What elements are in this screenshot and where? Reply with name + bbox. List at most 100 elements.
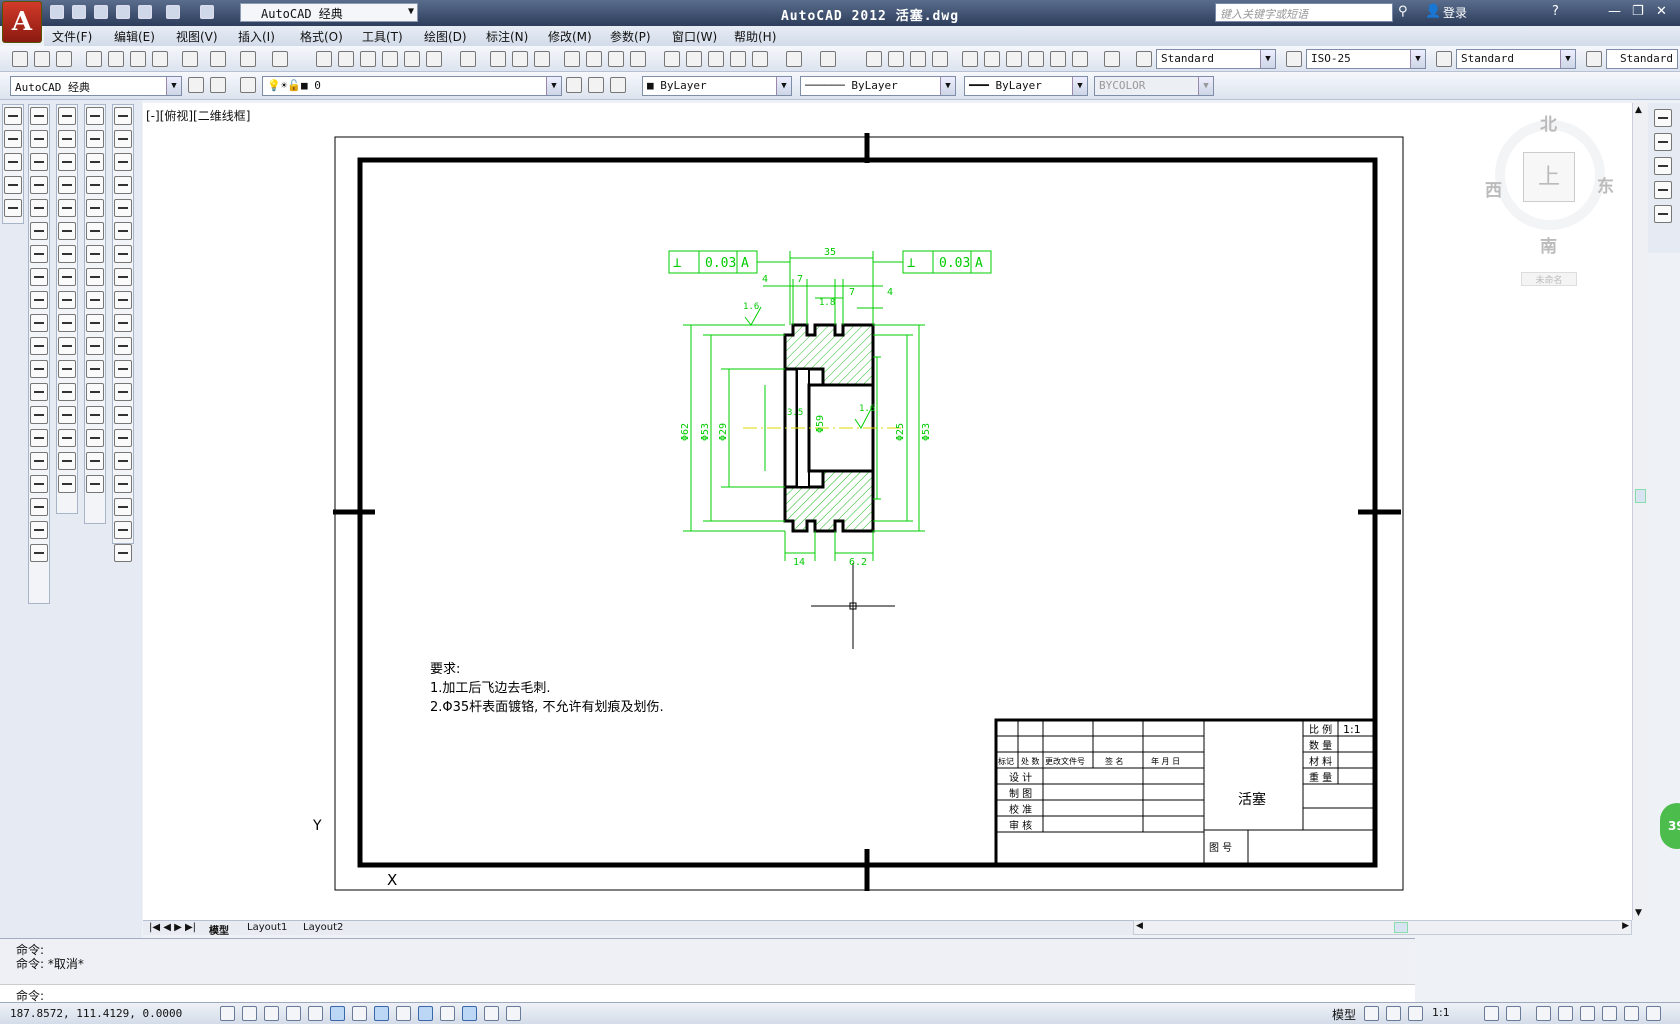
- insert-block-icon[interactable]: [114, 360, 132, 378]
- snap-mode-icon[interactable]: [242, 1006, 257, 1021]
- temp-track-icon[interactable]: [86, 107, 104, 125]
- text-style-combo[interactable]: Standard ▼: [1156, 49, 1276, 69]
- tool-icon[interactable]: [4, 153, 22, 171]
- dynamic-input-icon[interactable]: [418, 1006, 433, 1021]
- menu-insert[interactable]: 插入(I): [238, 28, 275, 45]
- workspace-combo-2[interactable]: AutoCAD 经典 ▼: [10, 76, 182, 96]
- viewcube-top-face[interactable]: 上: [1523, 152, 1575, 202]
- gradient-icon[interactable]: [114, 452, 132, 470]
- baseline-icon[interactable]: [30, 314, 48, 332]
- tab-model[interactable]: 模型: [209, 922, 229, 937]
- layer-combo[interactable]: 💡☀🔓■ 0 ▼: [262, 76, 562, 96]
- sheetset-manager-icon[interactable]: [1028, 51, 1044, 67]
- region-icon[interactable]: [114, 475, 132, 493]
- auto-scale-icon[interactable]: [1506, 1006, 1521, 1021]
- ortho-mode-icon[interactable]: [286, 1006, 301, 1021]
- workspace-switch-icon[interactable]: [1536, 1006, 1551, 1021]
- pan-icon[interactable]: [866, 51, 882, 67]
- menu-draw[interactable]: 绘图(D): [424, 28, 467, 45]
- quick-view-drawings-icon[interactable]: [1408, 1006, 1423, 1021]
- 3d-print-icon[interactable]: [152, 51, 168, 67]
- table-style-combo[interactable]: Standard ▼: [1456, 49, 1576, 69]
- 3d-osnap-icon[interactable]: [352, 1006, 367, 1021]
- scale-icon[interactable]: [58, 268, 76, 286]
- clean-screen-icon[interactable]: [1646, 1006, 1661, 1021]
- layer-state-icon[interactable]: [610, 77, 626, 93]
- tab-layout2[interactable]: Layout2: [303, 922, 343, 933]
- spline-icon[interactable]: [114, 291, 132, 309]
- command-input[interactable]: 命令:: [0, 984, 1415, 1003]
- tolerance-icon[interactable]: [30, 406, 48, 424]
- transparency-icon[interactable]: [462, 1006, 477, 1021]
- mirror-icon[interactable]: [58, 153, 76, 171]
- annotation-scale[interactable]: 1:1: [1432, 1006, 1450, 1019]
- toolpalettes-icon[interactable]: [360, 51, 376, 67]
- linear-dim-icon[interactable]: [30, 107, 48, 125]
- tool-icon[interactable]: [1654, 157, 1672, 175]
- publish-icon[interactable]: [608, 51, 624, 67]
- tangent-icon[interactable]: [86, 314, 104, 332]
- break-icon[interactable]: [30, 383, 48, 401]
- arc-icon[interactable]: [114, 222, 132, 240]
- annotation-visibility-icon[interactable]: [1484, 1006, 1499, 1021]
- copy-icon[interactable]: [686, 51, 702, 67]
- plot-icon[interactable]: [86, 51, 102, 67]
- workspace-icon[interactable]: [210, 77, 226, 93]
- calculator-icon[interactable]: [1072, 51, 1088, 67]
- new-icon[interactable]: [50, 5, 64, 19]
- isolate-icon[interactable]: [1602, 1006, 1617, 1021]
- color-combo[interactable]: ■ ByLayer ▼: [642, 76, 792, 96]
- menu-tools[interactable]: 工具(T): [362, 28, 403, 45]
- insert-icon[interactable]: [86, 383, 104, 401]
- lineweight-combo[interactable]: ━━━ ByLayer ▼: [964, 76, 1088, 96]
- plot-icon[interactable]: [564, 51, 580, 67]
- application-menu-button[interactable]: A: [2, 1, 42, 43]
- multileader-style-icon[interactable]: [1586, 51, 1602, 67]
- text-style-icon[interactable]: [1136, 51, 1152, 67]
- paste-icon[interactable]: [708, 51, 724, 67]
- object-snap-tracking-icon[interactable]: [374, 1006, 389, 1021]
- quick-dim-icon[interactable]: [30, 291, 48, 309]
- compass-east[interactable]: 东: [1597, 172, 1614, 197]
- calculator-icon[interactable]: [426, 51, 442, 67]
- sheet-set-icon[interactable]: [182, 51, 198, 67]
- scroll-thumb[interactable]: [1635, 489, 1646, 503]
- nearest-icon[interactable]: [86, 429, 104, 447]
- dimtedit-icon[interactable]: [30, 521, 48, 539]
- midpoint-icon[interactable]: [86, 176, 104, 194]
- layer-properties-icon[interactable]: [240, 77, 256, 93]
- matchprop-icon[interactable]: [210, 51, 226, 67]
- model-space-button[interactable]: 模型: [1332, 1006, 1356, 1023]
- fillet-icon[interactable]: [58, 429, 76, 447]
- save-icon[interactable]: [94, 5, 108, 19]
- grid-display-icon[interactable]: [264, 1006, 279, 1021]
- tool-icon[interactable]: [1654, 181, 1672, 199]
- open-icon[interactable]: [34, 51, 50, 67]
- help-icon[interactable]: [460, 51, 476, 67]
- tool-icon[interactable]: [4, 107, 22, 125]
- selection-cycling-icon[interactable]: [506, 1006, 521, 1021]
- parallel-icon[interactable]: [86, 360, 104, 378]
- markup-icon[interactable]: [404, 51, 420, 67]
- mtext-icon[interactable]: [114, 521, 132, 539]
- break-icon[interactable]: [58, 360, 76, 378]
- radius-icon[interactable]: [30, 199, 48, 217]
- properties-icon[interactable]: [316, 51, 332, 67]
- ellipse-arc-icon[interactable]: [114, 337, 132, 355]
- designcenter-icon[interactable]: [338, 51, 354, 67]
- offset-icon[interactable]: [58, 176, 76, 194]
- markup-icon[interactable]: [1050, 51, 1066, 67]
- new-icon[interactable]: [12, 51, 28, 67]
- from-icon[interactable]: [86, 130, 104, 148]
- binoculars-icon[interactable]: ⚲: [1398, 4, 1408, 19]
- copy-icon[interactable]: [58, 130, 76, 148]
- restore-icon[interactable]: ❐: [1632, 4, 1644, 19]
- polar-tracking-icon[interactable]: [308, 1006, 323, 1021]
- cut-icon[interactable]: [664, 51, 680, 67]
- chamfer-icon[interactable]: [58, 406, 76, 424]
- make-current-icon[interactable]: [566, 77, 582, 93]
- minimize-icon[interactable]: —: [1608, 4, 1621, 19]
- angular-icon[interactable]: [30, 268, 48, 286]
- quick-properties-icon[interactable]: [484, 1006, 499, 1021]
- ellipse-icon[interactable]: [114, 314, 132, 332]
